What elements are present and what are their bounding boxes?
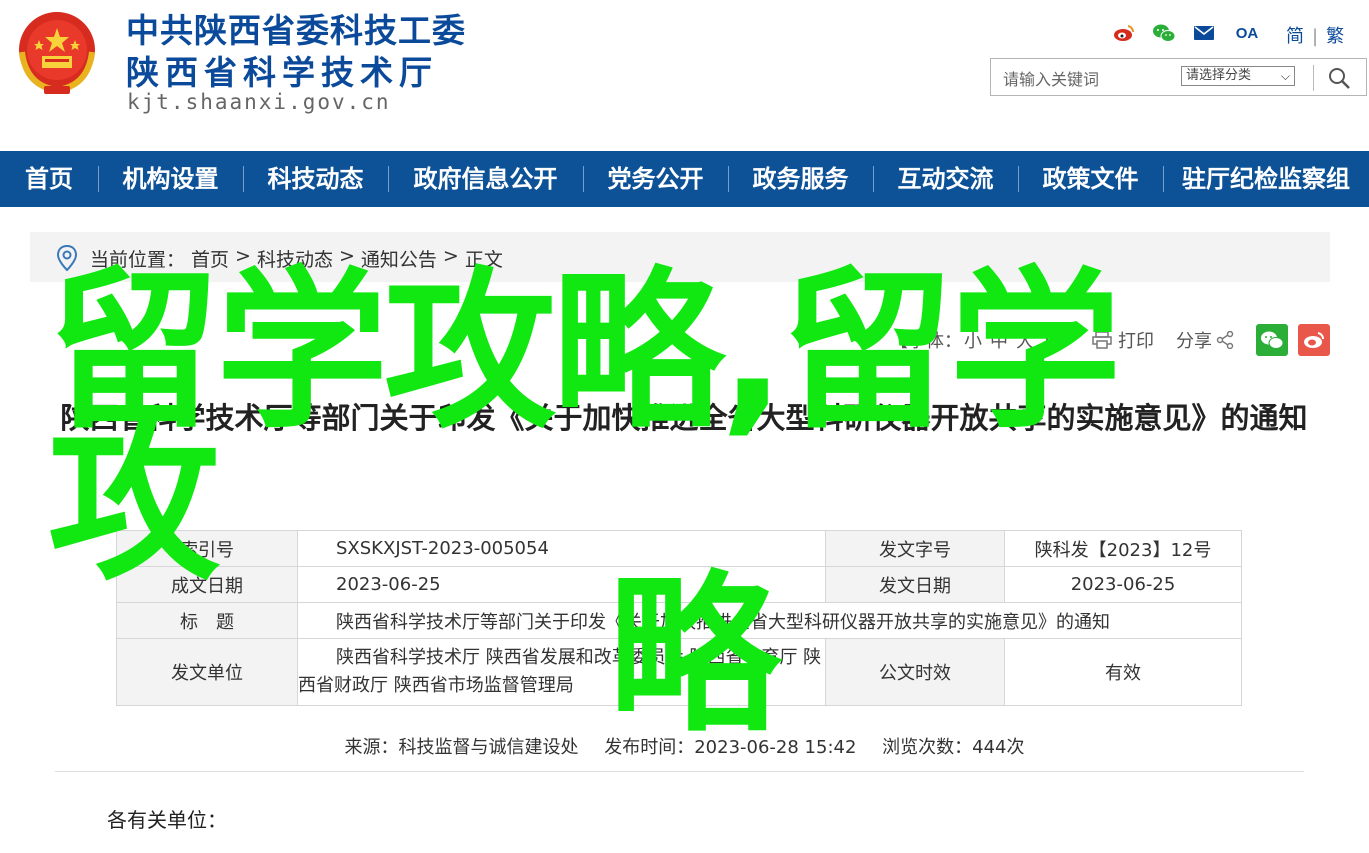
nav-item-organization[interactable]: 机构设置 [98,151,243,207]
chevron-down-icon: ⌵ [1280,69,1290,83]
font-size-close: 】 [1042,331,1060,352]
breadcrumb: 当前位置： 首页 > 科技动态 > 通知公告 > 正文 [30,232,1330,282]
search-icon [1329,68,1350,89]
search-button[interactable] [1325,65,1353,91]
category-select-label: 请选择分类 [1186,68,1252,83]
subject-label: 标 题 [116,602,298,639]
index-value: SXSKXJST-2023-005054 [297,530,826,567]
article-salutation: 各有关单位： [107,808,227,832]
unit-label: 发文单位 [116,638,298,706]
table-row: 成文日期 2023-06-25 发文日期 2023-06-25 [116,566,1242,603]
search-input[interactable] [1001,67,1165,91]
divider [55,771,1304,772]
font-size-control: 【字体：小中大】 [890,327,1068,353]
article-title: 陕西省科学技术厅等部门关于印发《关于加快推进全省大型科研仪器开放共享的实施意见》… [60,401,1308,435]
validity-label: 公文时效 [825,638,1005,706]
issue-date-label: 发文日期 [825,566,1005,603]
document-info-table: 索引号 SXSKXJST-2023-005054 发文字号 陕科发【2023】1… [116,530,1242,706]
written-date-value: 2023-06-25 [297,566,826,603]
site-name-line1: 中共陕西省委科技工委 [126,11,466,50]
font-large-button[interactable]: 大 [1016,331,1034,352]
top-icon-bar: OA [1112,22,1278,44]
wechat-icon[interactable] [1152,23,1176,43]
article-publish-time: 发布时间：2023-06-28 15:42 [604,737,857,758]
table-row: 索引号 SXSKXJST-2023-005054 发文字号 陕科发【2023】1… [116,530,1242,567]
print-button[interactable]: 打印 [1092,327,1154,353]
breadcrumb-separator: > [235,245,251,267]
nav-item-gov-info[interactable]: 政府信息公开 [388,151,583,207]
lang-separator: | [1312,26,1319,47]
table-row: 标 题 陕西省科学技术厅等部门关于印发《关于加快推进全省大型科研仪器开放共享的实… [116,602,1242,639]
breadcrumb-notices[interactable]: 通知公告 [361,245,437,272]
font-size-label: 【字体： [890,331,962,352]
site-header: 中共陕西省委科技工委 陕西省科学技术厅 kjt.shaanxi.gov.cn O… [0,0,1369,150]
article-toolbar: 【字体：小中大】 打印 分享 [890,322,1330,358]
article-views: 浏览次数：444次 [882,737,1025,758]
breadcrumb-separator: > [338,245,355,267]
category-select[interactable]: 请选择分类 ⌵ [1181,66,1295,86]
written-date-label: 成文日期 [116,566,298,603]
nav-item-party-affairs[interactable]: 党务公开 [583,151,728,207]
site-domain: kjt.shaanxi.gov.cn [127,90,391,114]
location-pin-icon [56,244,78,275]
font-small-button[interactable]: 小 [964,331,982,352]
search-box: 请选择分类 ⌵ [990,58,1367,96]
lang-traditional-link[interactable]: 繁 [1326,26,1344,47]
breadcrumb-prefix: 当前位置： [90,249,186,271]
breadcrumb-home[interactable]: 首页 [191,245,229,272]
site-name-line2: 陕西省科学技术厅 [126,53,438,92]
weibo-icon[interactable] [1112,23,1136,43]
breadcrumb-separator: > [442,245,459,267]
share-label: 分享 [1176,331,1212,352]
main-nav: 首页 机构设置 科技动态 政府信息公开 党务公开 政务服务 互动交流 政策文件 … [0,151,1369,207]
nav-item-policy-docs[interactable]: 政策文件 [1018,151,1163,207]
share-control: 分享 [1176,327,1234,353]
national-emblem-icon [14,6,100,98]
search-divider [1313,65,1314,91]
breadcrumb-current: 正文 [464,249,503,271]
share-weibo-button[interactable] [1298,324,1330,356]
lang-simplified-link[interactable]: 简 [1286,26,1304,47]
wechat-icon [1261,331,1284,349]
weibo-icon [1304,332,1325,348]
article-meta: 来源：科技监督与诚信建设处 发布时间：2023-06-28 15:42 浏览次数… [0,733,1369,759]
doc-no-label: 发文字号 [825,530,1005,567]
printer-icon [1092,331,1112,349]
nav-item-home[interactable]: 首页 [0,151,98,207]
nav-item-interaction[interactable]: 互动交流 [873,151,1018,207]
validity-value: 有效 [1004,638,1242,706]
print-label: 打印 [1118,331,1154,352]
font-medium-button[interactable]: 中 [990,331,1008,352]
mail-icon[interactable] [1192,23,1216,43]
oa-icon[interactable]: OA [1232,23,1262,43]
nav-item-discipline-inspection[interactable]: 驻厅纪检监察组 [1163,151,1369,207]
nav-item-tech-news[interactable]: 科技动态 [243,151,388,207]
doc-no-value: 陕科发【2023】12号 [1004,530,1242,567]
unit-value: 陕西省科学技术厅 陕西省发展和改革委员会 陕西省教育厅 陕西省财政厅 陕西省市场… [297,638,826,706]
share-icon [1216,331,1234,349]
article-source: 来源：科技监督与诚信建设处 [344,737,579,758]
language-switch: 简 | 繁 [1286,22,1344,48]
breadcrumb-text: 当前位置： 首页 > 科技动态 > 通知公告 > 正文 [90,245,509,272]
nav-item-gov-services[interactable]: 政务服务 [728,151,873,207]
share-wechat-button[interactable] [1256,324,1288,356]
issue-date-value: 2023-06-25 [1004,566,1242,603]
breadcrumb-tech-news[interactable]: 科技动态 [257,245,333,272]
table-row: 发文单位 陕西省科学技术厅 陕西省发展和改革委员会 陕西省教育厅 陕西省财政厅 … [116,638,1242,706]
subject-value: 陕西省科学技术厅等部门关于印发《关于加快推进全省大型科研仪器开放共享的实施意见》… [297,602,1242,639]
index-label: 索引号 [116,530,298,567]
